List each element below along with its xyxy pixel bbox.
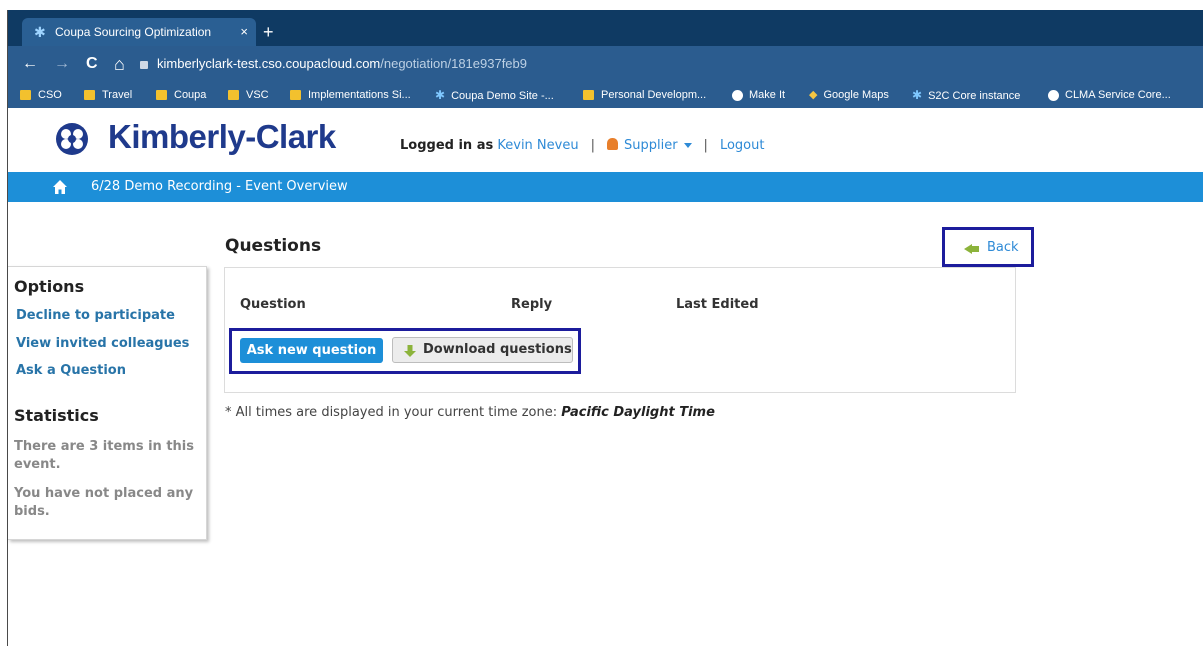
page-title: Questions — [225, 236, 322, 256]
bookmark-google-maps[interactable]: ◆ Google Maps — [809, 82, 889, 108]
role-label: Supplier — [623, 138, 678, 153]
globe-icon — [1048, 89, 1059, 101]
view-invited-colleagues-link[interactable]: View invited colleagues — [16, 336, 189, 351]
folder-icon — [583, 90, 594, 101]
tab-title: Coupa Sourcing Optimization — [55, 25, 212, 39]
bookmark-clma-service[interactable]: CLMA Service Core... — [1048, 82, 1171, 108]
questions-panel: Question Reply Last Edited Ask new quest… — [224, 267, 1016, 393]
separator: | — [590, 138, 595, 153]
column-header-question: Question — [240, 297, 306, 312]
new-tab-button[interactable]: + — [263, 18, 274, 46]
breadcrumb: 6/28 Demo Recording - Event Overview — [8, 172, 1203, 202]
bookmark-make-it[interactable]: Make It — [732, 82, 785, 108]
bookmark-coupa-demo[interactable]: ✱ Coupa Demo Site -... — [435, 82, 554, 108]
download-questions-button[interactable]: Download questions — [392, 337, 573, 363]
back-label: Back — [987, 240, 1019, 255]
bookmark-vsc[interactable]: VSC — [228, 82, 269, 108]
home-icon[interactable] — [52, 179, 68, 195]
supplier-role-menu[interactable]: Supplier — [624, 138, 692, 153]
statistics-heading: Statistics — [14, 406, 99, 425]
user-status-line: Logged in as Kevin Neveu | Supplier | Logout — [400, 138, 764, 153]
chevron-down-icon — [683, 143, 692, 148]
user-icon — [606, 138, 618, 150]
bookmark-implementations[interactable]: Implementations Si... — [290, 82, 411, 108]
bookmark-personal-development[interactable]: Personal Developm... — [583, 82, 706, 108]
kimberly-clark-logo-icon — [56, 123, 88, 155]
decline-to-participate-link[interactable]: Decline to participate — [16, 308, 175, 323]
bookmark-label: Coupa Demo Site -... — [451, 90, 554, 102]
bookmark-cso[interactable]: CSO — [20, 82, 62, 108]
reload-icon[interactable]: C — [86, 46, 98, 82]
options-sidebar: Options Decline to participate View invi… — [8, 266, 207, 540]
column-header-reply: Reply — [511, 297, 553, 312]
separator: | — [703, 138, 708, 153]
bookmark-label: Implementations Si... — [308, 89, 411, 101]
bookmark-label: Personal Developm... — [601, 89, 707, 101]
timezone-value: Pacific Daylight Time — [561, 405, 715, 420]
items-count-text: There are 3 items in this event. — [14, 439, 194, 472]
bookmark-label: S2C Core instance — [928, 90, 1021, 102]
back-arrow-icon[interactable]: ← — [22, 46, 38, 82]
forward-arrow-icon[interactable]: → — [54, 46, 70, 82]
globe-icon — [732, 89, 743, 101]
bookmarks-bar: CSO Travel Coupa VSC Implementations Si.… — [8, 82, 1203, 108]
tab-close-icon[interactable]: × — [240, 18, 248, 46]
address-bar[interactable]: kimberlyclark-test.cso.coupacloud.com/ne… — [140, 52, 1203, 76]
folder-icon — [228, 90, 239, 101]
bookmark-label: CSO — [38, 89, 62, 101]
bookmark-s2c-core[interactable]: ✱ S2C Core instance — [912, 82, 1020, 108]
bookmark-label: Make It — [749, 89, 786, 101]
logout-link[interactable]: Logout — [720, 138, 765, 153]
coupa-star-icon: ✱ — [912, 88, 923, 102]
ask-new-question-button[interactable]: Ask new question — [240, 338, 383, 363]
back-arrow-shaft — [971, 246, 979, 252]
logged-in-label: Logged in as — [400, 138, 494, 153]
bookmark-label: Travel — [102, 89, 133, 101]
timezone-prefix: * All times are displayed in your curren… — [225, 405, 558, 420]
brand-logo-text[interactable]: Kimberly-Clark — [108, 118, 336, 156]
coupa-star-icon: ✱ — [435, 88, 446, 102]
coupa-favicon-icon: ✱ — [34, 24, 46, 40]
back-button[interactable]: Back — [942, 227, 1034, 267]
download-questions-label: Download questions — [423, 342, 572, 357]
user-name-link[interactable]: Kevin Neveu — [497, 138, 578, 153]
folder-icon — [84, 90, 95, 101]
maps-pin-icon: ◆ — [809, 89, 818, 101]
bids-status-text: You have not placed any bids. — [14, 486, 194, 519]
bookmark-label: Google Maps — [823, 89, 889, 101]
bookmark-label: CLMA Service Core... — [1065, 89, 1171, 101]
download-arrow-icon — [404, 345, 416, 357]
bookmark-coupa[interactable]: Coupa — [156, 82, 206, 108]
url-host: kimberlyclark-test.cso.coupacloud.com — [157, 56, 381, 71]
lock-icon — [140, 60, 148, 69]
bookmark-label: Coupa — [174, 89, 207, 101]
action-buttons-highlight: Ask new question Download questions — [229, 328, 581, 374]
browser-tab[interactable]: ✱ Coupa Sourcing Optimization × — [22, 18, 256, 46]
timezone-note: * All times are displayed in your curren… — [225, 405, 715, 420]
folder-icon — [156, 90, 167, 101]
folder-icon — [20, 90, 31, 101]
breadcrumb-event-overview[interactable]: 6/28 Demo Recording - Event Overview — [91, 172, 348, 202]
screenshot-frame: ✱ Coupa Sourcing Optimization × + ← → C … — [0, 0, 1203, 646]
browser-toolbar: ← → C ⌂ kimberlyclark-test.cso.coupaclou… — [8, 46, 1203, 82]
ask-a-question-link[interactable]: Ask a Question — [16, 363, 126, 378]
bookmark-label: VSC — [246, 89, 269, 101]
url-path: /negotiation/181e937feb9 — [380, 56, 527, 71]
column-header-last-edited: Last Edited — [676, 297, 759, 312]
options-heading: Options — [14, 277, 85, 296]
home-button-icon[interactable]: ⌂ — [114, 46, 125, 82]
bookmark-travel[interactable]: Travel — [84, 82, 132, 108]
site-header: Kimberly-Clark Logged in as Kevin Neveu |… — [8, 108, 1203, 172]
folder-icon — [290, 90, 301, 101]
browser-tabbar: ✱ Coupa Sourcing Optimization × + — [8, 10, 1203, 46]
